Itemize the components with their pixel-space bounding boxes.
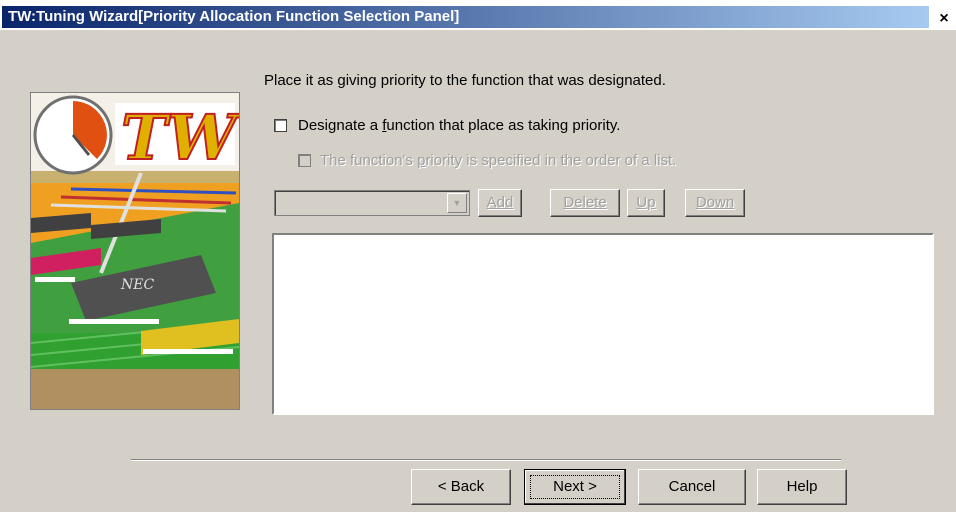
wizard-illustration: TW NEC — [30, 92, 240, 410]
add-button[interactable]: Add — [478, 189, 522, 217]
function-select[interactable]: ▼ — [274, 190, 470, 216]
help-button-label: Help — [786, 478, 818, 495]
close-icon[interactable]: × — [935, 10, 953, 28]
back-button-label: < Back — [437, 478, 485, 495]
order-label-part: riority is specified in the order of a l… — [425, 152, 677, 169]
help-button[interactable]: Help — [757, 469, 847, 505]
cancel-button-label: Cancel — [668, 478, 716, 495]
up-button-label: Up — [636, 194, 656, 211]
designate-function-label[interactable]: Designate a function that place as takin… — [298, 117, 620, 134]
designate-function-checkbox[interactable] — [274, 119, 287, 132]
delete-button-label: Delete — [563, 194, 607, 211]
cancel-button[interactable]: Cancel — [638, 469, 746, 505]
function-list[interactable] — [272, 233, 934, 415]
footer-separator — [131, 459, 841, 461]
window-title: TW:Tuning Wizard[Priority Allocation Fun… — [2, 6, 929, 28]
designate-label-part: Designate a — [298, 117, 383, 134]
delete-button[interactable]: Delete — [550, 189, 620, 217]
chip-label: NEC — [120, 277, 154, 293]
order-priority-label: The function's priority is specified in … — [320, 152, 676, 169]
next-button-label: Next > — [553, 478, 597, 495]
down-button-label: Down — [695, 194, 735, 211]
order-priority-checkbox[interactable] — [298, 154, 311, 167]
up-button[interactable]: Up — [627, 189, 665, 217]
order-label-part: The function's — [320, 152, 418, 169]
designate-label-part: unction that place as taking priority. — [386, 117, 621, 134]
wizard-illustration-image: TW NEC — [31, 93, 239, 409]
back-button[interactable]: < Back — [411, 469, 511, 505]
add-button-label: Add — [486, 194, 514, 211]
down-button[interactable]: Down — [685, 189, 745, 217]
dropdown-arrow-icon[interactable]: ▼ — [447, 193, 467, 213]
instruction-text: Place it as giving priority to the funct… — [264, 72, 666, 89]
logo-text: TW — [121, 101, 239, 174]
next-button[interactable]: Next > — [524, 469, 626, 505]
title-bar: TW:Tuning Wizard[Priority Allocation Fun… — [0, 0, 956, 30]
